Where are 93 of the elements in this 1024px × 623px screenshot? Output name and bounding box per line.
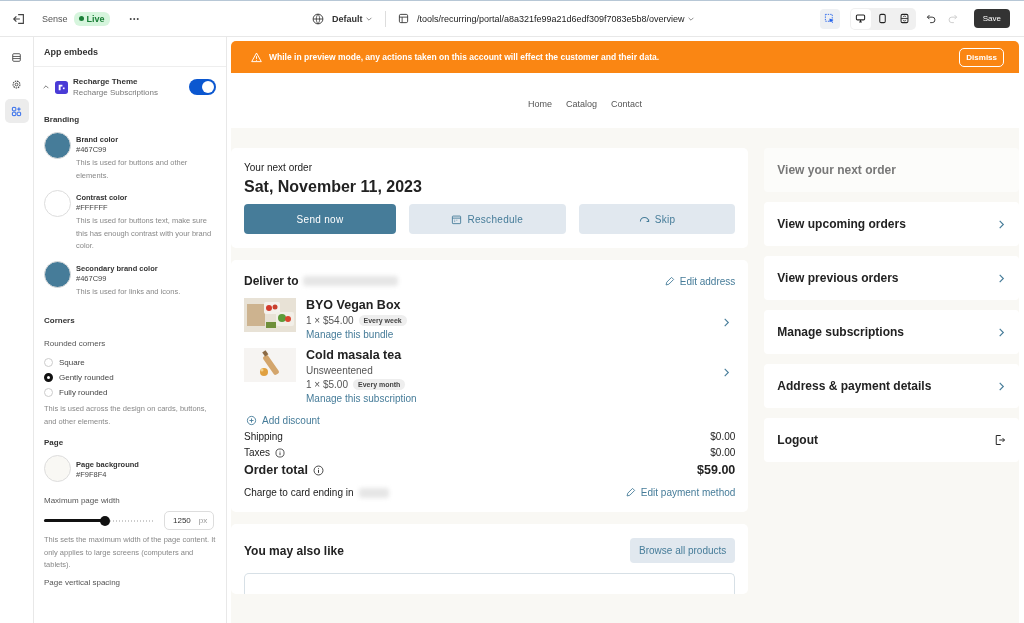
info-icon[interactable] (275, 447, 286, 458)
color-swatch[interactable] (44, 190, 71, 217)
card-label: Charge to card ending in (244, 487, 354, 498)
account-menu-item[interactable]: View previous orders (764, 256, 1019, 300)
exit-icon[interactable] (12, 11, 26, 26)
embed-name: Recharge Theme (73, 77, 139, 86)
skip-button[interactable]: Skip (578, 204, 736, 234)
reschedule-button[interactable]: Reschedule (409, 204, 566, 234)
section-title: You may also like (244, 543, 344, 558)
status-badge: Live (73, 11, 110, 26)
pencil-icon (663, 275, 675, 287)
product-variant: Unsweentened (306, 365, 374, 376)
product-name: BYO Vegan Box (306, 298, 402, 312)
select-cursor-icon (824, 13, 836, 24)
total-value: $59.00 (697, 463, 736, 477)
account-menu-item[interactable]: Manage subscriptions (764, 310, 1019, 354)
desktop-view-button[interactable] (850, 8, 871, 29)
account-menu-item[interactable]: Logout (764, 418, 1019, 462)
add-discount-link[interactable]: Add discount (246, 415, 320, 426)
section-heading: Corners (44, 316, 76, 325)
calendar-icon (451, 213, 463, 225)
nav-link[interactable]: Catalog (565, 98, 597, 109)
chevron-right-icon[interactable] (722, 318, 732, 327)
apps-icon (11, 105, 22, 117)
collapse-icon[interactable] (42, 83, 50, 91)
edit-address-link[interactable]: Edit address (663, 275, 736, 287)
page-icon (397, 13, 409, 24)
field-label: Page vertical spacing (44, 577, 122, 587)
quantity-price: 1 × $54.00 (306, 315, 354, 326)
field-label: Rounded corners (44, 339, 107, 348)
chevron-right-icon (997, 327, 1006, 337)
chevron-down-icon (364, 15, 373, 24)
store-name: Sense (42, 13, 68, 24)
product-name: Cold masala tea (306, 348, 403, 362)
info-icon[interactable] (312, 464, 324, 476)
summary-label: Taxes (244, 447, 271, 458)
total-label: Order total (244, 463, 308, 477)
embed-toggle[interactable] (189, 79, 216, 95)
account-menu-item[interactable]: View upcoming orders (764, 202, 1019, 246)
chevron-right-icon (997, 273, 1006, 283)
logout-icon (994, 434, 1006, 446)
settings-icon (11, 78, 22, 90)
phone-icon (877, 13, 889, 24)
sections-icon (11, 51, 22, 63)
globe-icon (311, 12, 324, 25)
account-menu-item[interactable]: Address & payment details (764, 364, 1019, 408)
summary-value: $0.00 (710, 447, 736, 458)
redacted-card-number (358, 487, 389, 498)
embed-app: Recharge Subscriptions (73, 88, 158, 97)
nav-link[interactable]: Home (527, 98, 552, 109)
radio-button[interactable] (44, 373, 53, 382)
warning-icon (251, 51, 262, 63)
fit-icon (899, 13, 911, 24)
summary-value: $0.00 (710, 431, 736, 442)
theme-dropdown[interactable]: Default (331, 13, 373, 24)
save-button[interactable]: Save (973, 9, 1010, 28)
color-swatch[interactable] (44, 132, 71, 159)
manage-link[interactable]: Manage this subscription (306, 393, 417, 404)
chevron-right-icon[interactable] (722, 368, 732, 377)
browse-products-button[interactable]: Browse all products (630, 538, 736, 563)
radio-label: Square (59, 358, 85, 367)
banner-message: While in preview mode, any actions taken on this account will effect the customer and their data. (269, 52, 660, 62)
radio-label: Gently rounded (59, 373, 114, 382)
summary-label: Shipping (244, 431, 283, 442)
field-label: Maximum page width (44, 496, 121, 505)
undo-icon[interactable] (925, 13, 937, 24)
plus-circle-icon (246, 415, 257, 426)
panel-title: App embeds (34, 37, 226, 67)
color-swatch[interactable] (44, 260, 71, 288)
app-logo-icon (55, 80, 68, 94)
quantity-price: 1 × $5.00 (306, 379, 348, 390)
slider-thumb[interactable] (99, 515, 110, 526)
section-heading: Branding (44, 115, 81, 124)
manage-link[interactable]: Manage this bundle (306, 329, 407, 340)
chevron-right-icon (997, 219, 1006, 229)
nav-link[interactable]: Contact (611, 98, 643, 109)
chevron-right-icon (997, 381, 1006, 391)
desktop-icon (855, 13, 867, 24)
order-label: Your next order (244, 162, 313, 173)
inspect-tool[interactable] (819, 8, 840, 29)
send-now-button[interactable]: Send now (244, 204, 396, 234)
pencil-icon (624, 487, 636, 498)
apps-tab[interactable] (4, 99, 29, 123)
edit-payment-link[interactable]: Edit payment method (624, 487, 736, 498)
section-heading: Page (44, 438, 65, 447)
url-dropdown[interactable]: /tools/recurring/portal/a8a321fe99a21d6edf309f7083e5b8/overview (416, 13, 696, 24)
color-swatch[interactable] (44, 455, 71, 482)
radio-label: Fully rounded (59, 388, 108, 397)
width-input[interactable]: 1250 px (164, 511, 215, 530)
account-menu-item[interactable]: View your next order (764, 148, 1019, 192)
delivery-title: Deliver to (244, 274, 299, 288)
chevron-down-icon (687, 15, 696, 24)
order-date: Sat, November 11, 2023 (244, 178, 423, 196)
